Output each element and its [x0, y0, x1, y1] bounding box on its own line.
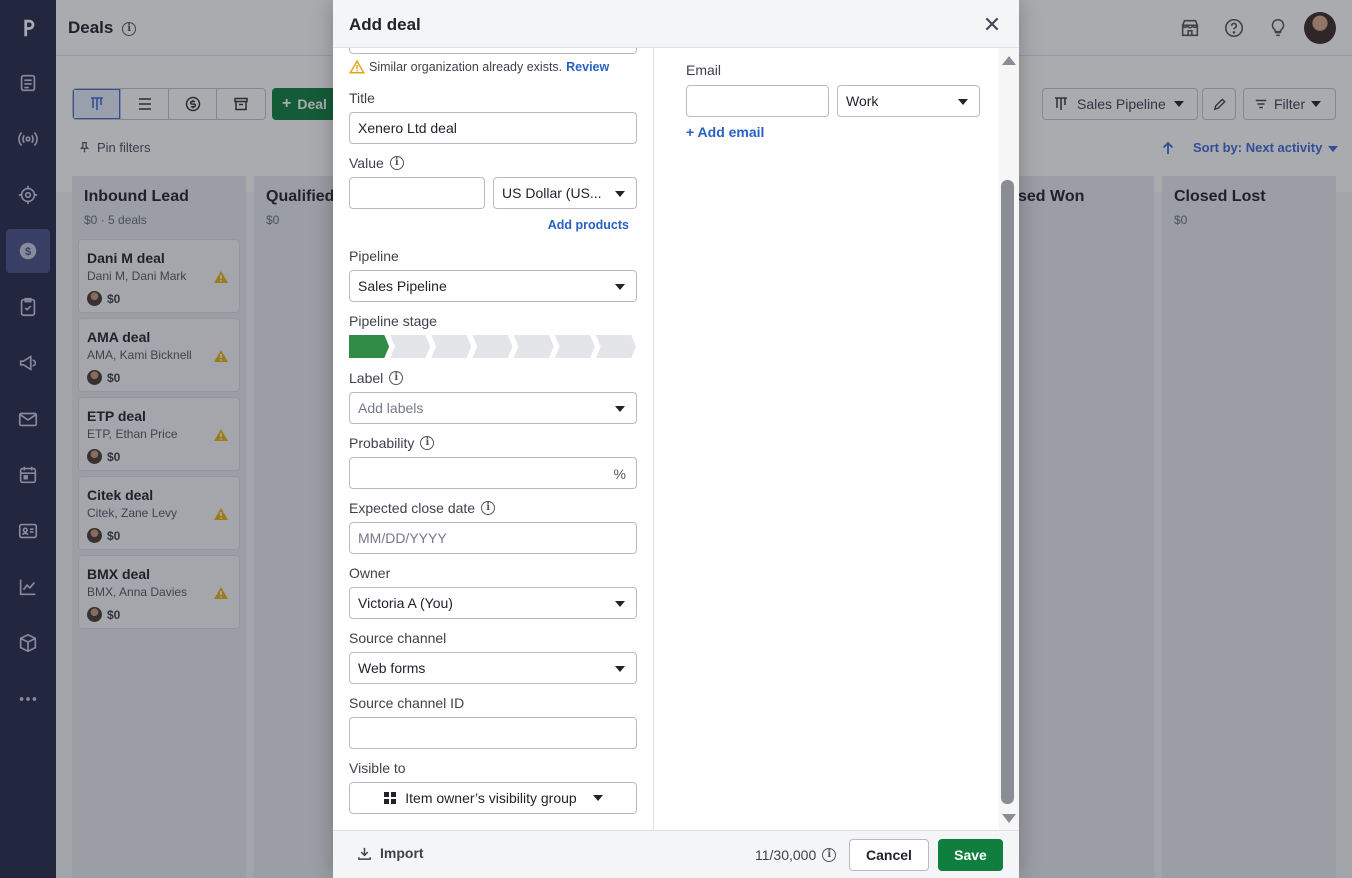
source-channel-id-label-text: Source channel ID — [349, 695, 465, 711]
pipeline-stage-segment[interactable] — [349, 335, 390, 358]
probability-label: Probability i — [349, 435, 435, 451]
chevron-down-icon — [615, 666, 625, 672]
source-channel-label-text: Source channel — [349, 630, 447, 646]
pipeline-stage-segment[interactable] — [513, 335, 554, 358]
counter-text: 11/30,000 — [755, 847, 817, 863]
probability-label-text: Probability — [349, 435, 415, 451]
currency-value: US Dollar (US... — [502, 185, 602, 201]
owner-select-value: Victoria A (You) — [358, 595, 453, 611]
pipeline-stage-segment[interactable] — [472, 335, 513, 358]
cancel-button[interactable]: Cancel — [849, 839, 929, 871]
pipeline-select-value: Sales Pipeline — [358, 278, 447, 294]
add-products-link[interactable]: Add products — [548, 218, 629, 232]
pipeline-stage-label: Pipeline stage — [349, 313, 437, 329]
similar-org-warning: Similar organization already exists. Rev… — [349, 60, 609, 74]
visibility-select[interactable]: Item owner’s visibility group — [349, 782, 637, 814]
warning-icon — [349, 60, 365, 74]
info-icon[interactable]: i — [420, 436, 435, 450]
owner-label: Owner — [349, 565, 390, 581]
visibility-value: Item owner’s visibility group — [405, 790, 577, 806]
modal-header: Add deal — [333, 0, 1019, 48]
scroll-down-arrow-icon[interactable] — [1002, 814, 1016, 823]
chevron-down-icon — [615, 191, 625, 197]
visible-to-label: Visible to — [349, 760, 406, 776]
probability-input[interactable]: % — [349, 457, 637, 489]
review-link[interactable]: Review — [566, 60, 609, 74]
title-label-text: Title — [349, 90, 375, 106]
scroll-up-arrow-icon[interactable] — [1002, 56, 1016, 65]
source-channel-id-label: Source channel ID — [349, 695, 464, 711]
close-date-label: Expected close date i — [349, 500, 496, 516]
info-icon[interactable]: i — [389, 156, 404, 170]
value-amount-input[interactable] — [349, 177, 485, 209]
visibility-group-icon — [384, 792, 397, 804]
email-type-value: Work — [846, 93, 879, 109]
modal-title: Add deal — [349, 15, 421, 34]
labels-placeholder: Add labels — [358, 400, 424, 416]
chevron-down-icon — [615, 284, 625, 290]
email-input[interactable] — [686, 85, 829, 117]
label-label: Label i — [349, 370, 404, 386]
pipeline-stage-segment[interactable] — [390, 335, 431, 358]
pipeline-label-text: Pipeline — [349, 248, 399, 264]
owner-label-text: Owner — [349, 565, 391, 581]
value-label: Value i — [349, 155, 404, 171]
pipeline-stage-segment[interactable] — [431, 335, 472, 358]
pipeline-stage-segment[interactable] — [554, 335, 595, 358]
pipeline-stage-label-text: Pipeline stage — [349, 313, 437, 329]
email-label-text: Email — [686, 62, 722, 78]
close-date-input[interactable]: MM/DD/YYYY — [349, 522, 637, 554]
source-channel-id-input[interactable] — [349, 717, 637, 749]
chevron-down-icon — [615, 406, 625, 412]
deal-counter: 11/30,000 i — [755, 847, 837, 863]
currency-select[interactable]: US Dollar (US... — [493, 177, 637, 209]
organization-field[interactable] — [349, 48, 637, 54]
add-email-link[interactable]: + Add email — [686, 124, 764, 140]
title-input[interactable]: Xenero Ltd deal — [349, 112, 637, 144]
title-label: Title — [349, 90, 375, 106]
percent-suffix: % — [613, 466, 626, 482]
download-icon — [358, 847, 371, 860]
info-icon[interactable]: i — [389, 371, 404, 385]
chevron-down-icon — [958, 99, 968, 105]
source-channel-select[interactable]: Web forms — [349, 652, 637, 684]
modal-footer: Import 11/30,000 i Cancel Save — [333, 830, 1019, 878]
label-label-text: Label — [349, 370, 384, 386]
contact-form-column: Email Work + Add email — [654, 48, 999, 830]
modal-body: Similar organization already exists. Rev… — [333, 48, 1019, 830]
import-button[interactable]: Import — [357, 845, 424, 861]
save-button[interactable]: Save — [938, 839, 1003, 871]
email-label: Email — [686, 62, 721, 78]
title-input-value: Xenero Ltd deal — [358, 120, 457, 136]
pipeline-stage-selector — [349, 335, 637, 358]
pipeline-label: Pipeline — [349, 248, 399, 264]
visible-to-label-text: Visible to — [349, 760, 406, 776]
close-date-placeholder: MM/DD/YYYY — [358, 530, 447, 546]
info-icon[interactable]: i — [481, 501, 496, 515]
pipeline-select[interactable]: Sales Pipeline — [349, 270, 637, 302]
labels-select[interactable]: Add labels — [349, 392, 637, 424]
add-deal-modal: Add deal Similar organization already ex… — [333, 0, 1019, 878]
scrollbar-thumb[interactable] — [1001, 180, 1014, 804]
source-channel-value: Web forms — [358, 660, 426, 676]
source-channel-label: Source channel — [349, 630, 446, 646]
close-icon[interactable] — [983, 15, 1001, 33]
info-icon[interactable]: i — [822, 848, 837, 862]
close-date-label-text: Expected close date — [349, 500, 476, 516]
pipeline-stage-segment[interactable] — [595, 335, 636, 358]
import-label: Import — [380, 845, 424, 861]
deal-form-column: Similar organization already exists. Rev… — [333, 48, 654, 830]
warning-text: Similar organization already exists. — [369, 60, 563, 74]
value-label-text: Value — [349, 155, 384, 171]
chevron-down-icon — [592, 795, 603, 801]
email-type-select[interactable]: Work — [837, 85, 980, 117]
chevron-down-icon — [615, 601, 625, 607]
owner-select[interactable]: Victoria A (You) — [349, 587, 637, 619]
